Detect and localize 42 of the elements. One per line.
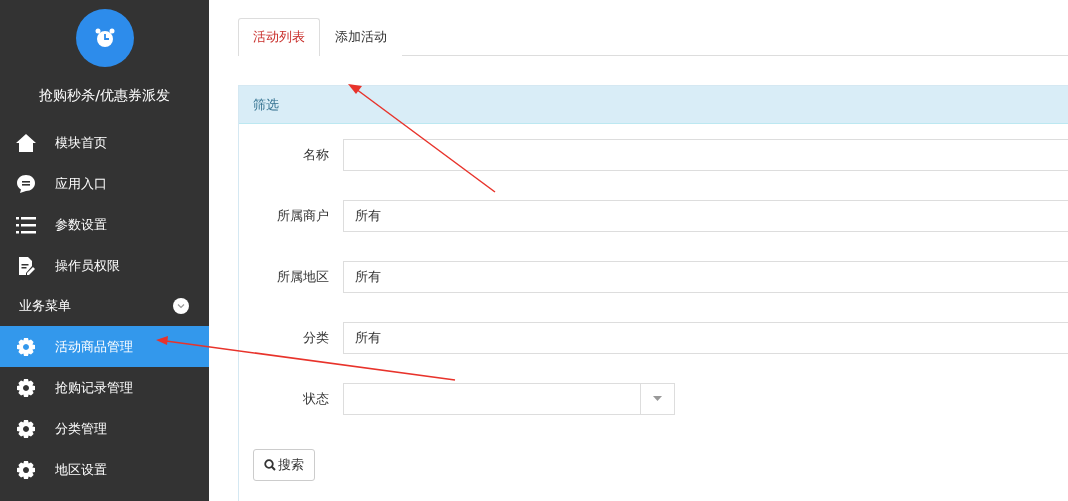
search-icon <box>264 459 276 471</box>
sidebar-item[interactable]: 参数设置 <box>0 204 209 245</box>
chevron-icon[interactable] <box>173 298 189 314</box>
sidebar-item-label: 应用入口 <box>55 174 107 193</box>
gear-icon <box>16 418 36 439</box>
document-icon <box>16 255 36 276</box>
list-icon <box>16 214 36 235</box>
search-button[interactable]: 搜索 <box>253 449 315 481</box>
sidebar-item-label: 活动商品管理 <box>55 337 133 356</box>
sidebar-item-label: 参数设置 <box>55 215 107 234</box>
chat-icon <box>16 173 36 194</box>
field-label: 状态 <box>302 389 330 408</box>
gear-icon <box>16 377 36 398</box>
sidebar-item[interactable]: 分类管理 <box>0 408 209 449</box>
field-label: 所属地区 <box>276 267 330 286</box>
sidebar-item[interactable]: 地区设置 <box>0 449 209 490</box>
app-title: 抢购秒杀/优惠券派发 <box>38 87 171 105</box>
section-label: 业务菜单 <box>19 297 71 315</box>
logo-icon <box>75 9 134 67</box>
gear-icon <box>16 459 36 480</box>
field-label: 所属商户 <box>276 206 330 225</box>
input-field[interactable]: 所有 <box>343 260 1068 293</box>
sidebar-item-label: 抢购记录管理 <box>55 378 133 397</box>
field-label: 分类 <box>302 328 330 347</box>
sidebar-item[interactable]: 应用入口 <box>0 163 209 204</box>
input-field[interactable]: 所有 <box>343 321 1068 354</box>
field-label: 名称 <box>302 145 330 164</box>
input-field[interactable]: 所有 <box>343 199 1068 232</box>
input-field[interactable] <box>343 138 1068 171</box>
sidebar-item-label: 分类管理 <box>55 419 107 438</box>
caret-icon <box>653 396 662 401</box>
sidebar-item-label: 地区设置 <box>55 460 107 479</box>
gear-icon <box>16 336 36 357</box>
panel-title: 筛选 <box>239 86 1068 124</box>
sidebar-item[interactable]: 操作员权限 <box>0 245 209 286</box>
sidebar-item-label: 操作员权限 <box>55 256 120 275</box>
select-field[interactable] <box>343 382 675 415</box>
sidebar-item-label: 模块首页 <box>55 133 107 152</box>
sidebar-item[interactable]: 抢购记录管理 <box>0 367 209 408</box>
tab[interactable]: 活动列表 <box>238 18 320 56</box>
home-icon <box>16 132 36 153</box>
sidebar-item[interactable]: 模块首页 <box>0 122 209 163</box>
